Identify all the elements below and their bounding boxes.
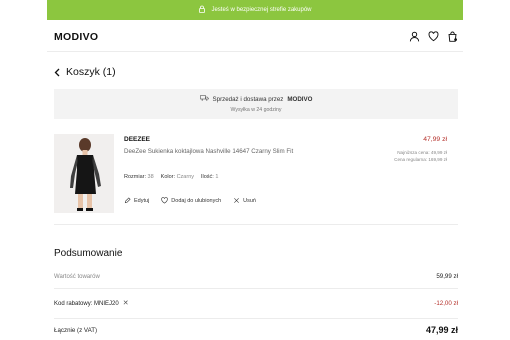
discount-row: Kod rabatowy: MNIEJ20 ✕ -12,00 zł xyxy=(54,300,458,307)
remove-button[interactable]: Usuń xyxy=(233,197,256,204)
pencil-icon xyxy=(124,197,131,204)
chevron-left-icon[interactable] xyxy=(54,68,60,77)
quantity-attribute: Ilość: 1 xyxy=(201,174,218,180)
product-price: 47,99 zł xyxy=(423,136,447,143)
goods-amount: 59,99 zł xyxy=(436,273,458,280)
product-image[interactable] xyxy=(54,134,114,213)
favorite-label: Dodaj do ulubionych xyxy=(171,197,222,204)
discount-code: Kod rabatowy: MNIEJ20 ✕ xyxy=(54,300,129,307)
site-header: MODIVO xyxy=(47,20,463,52)
regular-price: Cena regularna: 169,99 zł xyxy=(394,157,447,162)
row-divider xyxy=(54,318,458,319)
user-icon[interactable] xyxy=(409,31,420,42)
remove-code-icon[interactable]: ✕ xyxy=(123,300,129,307)
lock-icon xyxy=(198,5,206,15)
size-attribute: Rozmiar: 38 xyxy=(124,174,154,180)
secure-zone-bar: Jesteś w bezpiecznej strefie zakupów xyxy=(47,0,463,20)
section-divider xyxy=(54,224,458,225)
color-value: Czarny xyxy=(176,174,194,180)
delivery-seller-line: Sprzedaż i dostawa przez MODIVO xyxy=(54,95,458,103)
product-attributes: Rozmiar: 38 Kolor: Czarny Ilość: 1 xyxy=(124,174,218,180)
lowest-price: Najniższa cena: 49,99 zł xyxy=(397,150,447,155)
bag-icon[interactable] xyxy=(447,31,458,42)
color-attribute: Kolor: Czarny xyxy=(161,174,194,180)
heart-icon[interactable] xyxy=(428,31,439,42)
shipping-time: Wysyłka w 24 godziny xyxy=(230,107,282,113)
goods-label: Wartość towarów xyxy=(54,273,100,280)
goods-value-row: Wartość towarów 59,99 zł xyxy=(54,273,458,280)
truck-icon xyxy=(199,95,209,103)
size-value: 38 xyxy=(147,174,154,180)
delivery-seller: MODIVO xyxy=(287,95,313,103)
product-name[interactable]: DeeZee Sukienka koktajlowa Nashville 146… xyxy=(124,148,293,155)
discount-label: Kod rabatowy: MNIEJ20 xyxy=(54,300,119,307)
cart-title: Koszyk (1) xyxy=(66,66,116,78)
total-row: Łącznie (z VAT) 47,99 zł xyxy=(54,325,458,335)
remove-label: Usuń xyxy=(243,197,256,204)
total-amount: 47,99 zł xyxy=(425,325,458,335)
color-label: Kolor: xyxy=(160,174,176,180)
delivery-prefix: Sprzedaż i dostawa przez xyxy=(212,95,284,103)
size-label: Rozmiar: xyxy=(124,174,147,180)
secure-zone-text: Jesteś w bezpiecznej strefie zakupów xyxy=(211,7,312,13)
edit-button[interactable]: Edytuj xyxy=(124,197,149,204)
add-to-favorites-button[interactable]: Dodaj do ulubionych xyxy=(161,197,221,204)
product-brand[interactable]: DEEZEE xyxy=(124,136,150,143)
row-divider xyxy=(54,288,458,289)
summary-title: Podsumowanie xyxy=(54,248,123,259)
product-actions: Edytuj Dodaj do ulubionych Usuń xyxy=(124,197,256,204)
quantity-label: Ilość: xyxy=(201,174,214,180)
cart-header: Koszyk (1) xyxy=(54,66,116,78)
modivo-logo[interactable]: MODIVO xyxy=(54,31,98,43)
close-icon xyxy=(233,197,240,204)
heart-outline-icon xyxy=(161,197,168,204)
quantity-value: 1 xyxy=(215,174,219,180)
discount-amount: -12,00 zł xyxy=(434,300,458,307)
edit-label: Edytuj xyxy=(134,197,150,204)
total-label: Łącznie (z VAT) xyxy=(54,326,98,334)
delivery-info-box: Sprzedaż i dostawa przez MODIVO Wysyłka … xyxy=(54,89,458,119)
